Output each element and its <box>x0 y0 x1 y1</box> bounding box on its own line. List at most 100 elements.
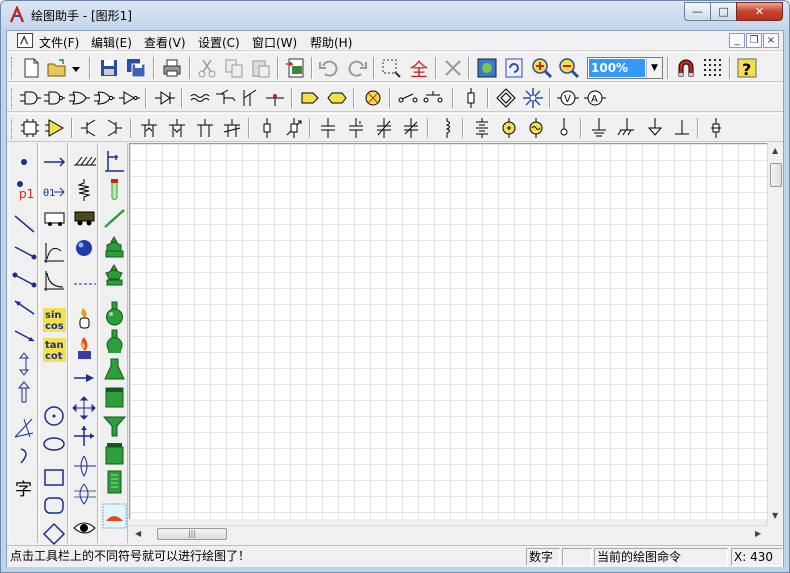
horizontal-scroll-thumb[interactable]: ||| <box>157 528 227 540</box>
zoom-in-icon[interactable] <box>530 56 554 80</box>
refresh-icon[interactable] <box>502 56 526 80</box>
double-arrow-vertical-icon[interactable] <box>12 351 37 377</box>
glass-rod-icon[interactable] <box>102 205 127 231</box>
chassis-ground-icon[interactable] <box>615 116 639 140</box>
paste-icon[interactable] <box>249 56 273 80</box>
spring-icon[interactable] <box>72 177 97 203</box>
ground-icon[interactable] <box>587 116 611 140</box>
amplifier-icon[interactable] <box>43 116 67 140</box>
segment-endpoint-icon[interactable] <box>12 239 37 265</box>
toolbar-grip[interactable] <box>11 118 14 139</box>
evaporating-dish-icon[interactable] <box>102 263 127 289</box>
select-icon[interactable] <box>379 56 403 80</box>
npn-transistor-icon[interactable] <box>77 116 101 140</box>
trimmer-capacitor-icon[interactable] <box>399 116 423 140</box>
circle-center-icon[interactable] <box>42 403 67 429</box>
ray-icon[interactable] <box>12 323 37 349</box>
menu-edit[interactable]: 编辑(E) <box>91 34 132 51</box>
vertical-scrollbar[interactable]: ▲ ▼ <box>767 143 783 525</box>
import-icon[interactable] <box>284 56 308 80</box>
arc-icon[interactable] <box>12 443 37 469</box>
rounded-rectangle-icon[interactable] <box>42 493 67 519</box>
polar-capacitor-icon[interactable] <box>344 116 368 140</box>
fet-p-icon[interactable] <box>165 116 189 140</box>
labeled-arrow-icon[interactable]: θ1 <box>42 177 67 203</box>
cart-icon[interactable] <box>42 205 67 231</box>
signal-ground-icon[interactable] <box>643 116 667 140</box>
tan-cot-icon[interactable]: tan cot <box>42 337 67 363</box>
hexagon-yellow-icon[interactable] <box>325 86 349 110</box>
pin-icon[interactable] <box>72 365 97 391</box>
flat-flask-icon[interactable] <box>102 329 127 355</box>
hatched-surface-icon[interactable] <box>72 149 97 175</box>
fuse-icon[interactable] <box>459 86 483 110</box>
trolley-icon[interactable] <box>72 205 97 231</box>
spark-icon[interactable] <box>521 86 545 110</box>
not-gate-icon[interactable] <box>117 86 141 110</box>
scroll-left-icon[interactable]: ◀ <box>135 529 141 538</box>
graduated-cylinder-icon[interactable] <box>102 469 127 495</box>
nor-gate-icon[interactable] <box>92 86 116 110</box>
arrow-right-icon[interactable] <box>42 149 67 175</box>
diamond-icon[interactable] <box>42 521 67 547</box>
resistor-icon[interactable] <box>255 116 279 140</box>
supply-line-icon[interactable] <box>670 116 694 140</box>
select-all-icon[interactable]: 全 <box>407 56 431 81</box>
horizontal-scrollbar[interactable]: ◀ ||| ▶ <box>129 525 767 542</box>
capacitor-icon[interactable] <box>316 116 340 140</box>
alcohol-lamp-icon[interactable] <box>72 305 97 331</box>
save-all-icon[interactable] <box>124 56 148 80</box>
mdi-close-button[interactable]: × <box>763 33 779 48</box>
switch-pole-icon[interactable] <box>238 86 262 110</box>
zoom-combobox[interactable]: 100% ▼ <box>587 57 663 79</box>
toolbar-grip[interactable] <box>11 57 14 79</box>
sin-cos-icon[interactable]: sin cos <box>42 307 67 333</box>
zoom-out-icon[interactable] <box>557 56 581 80</box>
open-file-icon[interactable] <box>45 56 69 80</box>
magnet-icon[interactable] <box>674 56 698 80</box>
nand-gate-icon[interactable] <box>42 86 66 110</box>
print-icon[interactable] <box>160 56 184 80</box>
fet-dual-icon[interactable] <box>193 116 217 140</box>
conical-flask-icon[interactable] <box>102 357 127 383</box>
menu-help[interactable]: 帮助(H) <box>310 34 352 51</box>
eye-icon[interactable] <box>72 515 97 541</box>
move-cross-icon[interactable] <box>72 395 97 421</box>
menu-window[interactable]: 窗口(W) <box>252 34 297 51</box>
variable-resistor-icon[interactable] <box>282 116 306 140</box>
maximize-button[interactable]: □ <box>710 2 737 21</box>
mdi-restore-button[interactable]: ❐ <box>746 33 762 48</box>
funnel-icon[interactable] <box>102 413 127 439</box>
arrow-line-icon[interactable] <box>12 295 37 321</box>
diode-gate-icon[interactable] <box>153 86 177 110</box>
delete-icon[interactable] <box>441 56 465 80</box>
line-segment-icon[interactable] <box>12 211 37 237</box>
chip-icon[interactable] <box>18 116 42 140</box>
bridge-icon[interactable] <box>494 86 518 110</box>
function-graph-icon[interactable] <box>42 239 67 265</box>
open-recent-dropdown[interactable] <box>69 56 83 80</box>
point-icon[interactable] <box>12 149 37 175</box>
minimize-button[interactable]: — <box>684 2 711 21</box>
save-icon[interactable] <box>97 56 121 80</box>
burner-icon[interactable] <box>72 335 97 361</box>
angle-icon[interactable] <box>12 415 37 441</box>
menu-file[interactable]: 文件(F) <box>39 34 79 51</box>
document-icon[interactable] <box>17 33 33 48</box>
test-tube-icon[interactable] <box>102 177 127 203</box>
probe-icon[interactable] <box>263 86 287 110</box>
mdi-minimize-button[interactable]: _ <box>729 33 745 48</box>
and-gate-icon[interactable] <box>18 86 42 110</box>
switch-open-icon[interactable] <box>396 86 420 110</box>
inductor-icon[interactable] <box>435 116 459 140</box>
axes-icon[interactable] <box>72 423 97 449</box>
cut-icon[interactable] <box>195 56 219 80</box>
terminal-icon[interactable] <box>552 116 576 140</box>
segment-two-points-icon[interactable] <box>12 267 37 293</box>
close-button[interactable]: ✕ <box>736 2 783 21</box>
grid-icon[interactable] <box>701 56 725 80</box>
dashed-line-icon[interactable] <box>72 271 97 297</box>
help-icon[interactable]: ? <box>735 56 759 80</box>
labeled-point-icon[interactable]: p1 <box>12 177 37 203</box>
fet-n-icon[interactable] <box>137 116 161 140</box>
